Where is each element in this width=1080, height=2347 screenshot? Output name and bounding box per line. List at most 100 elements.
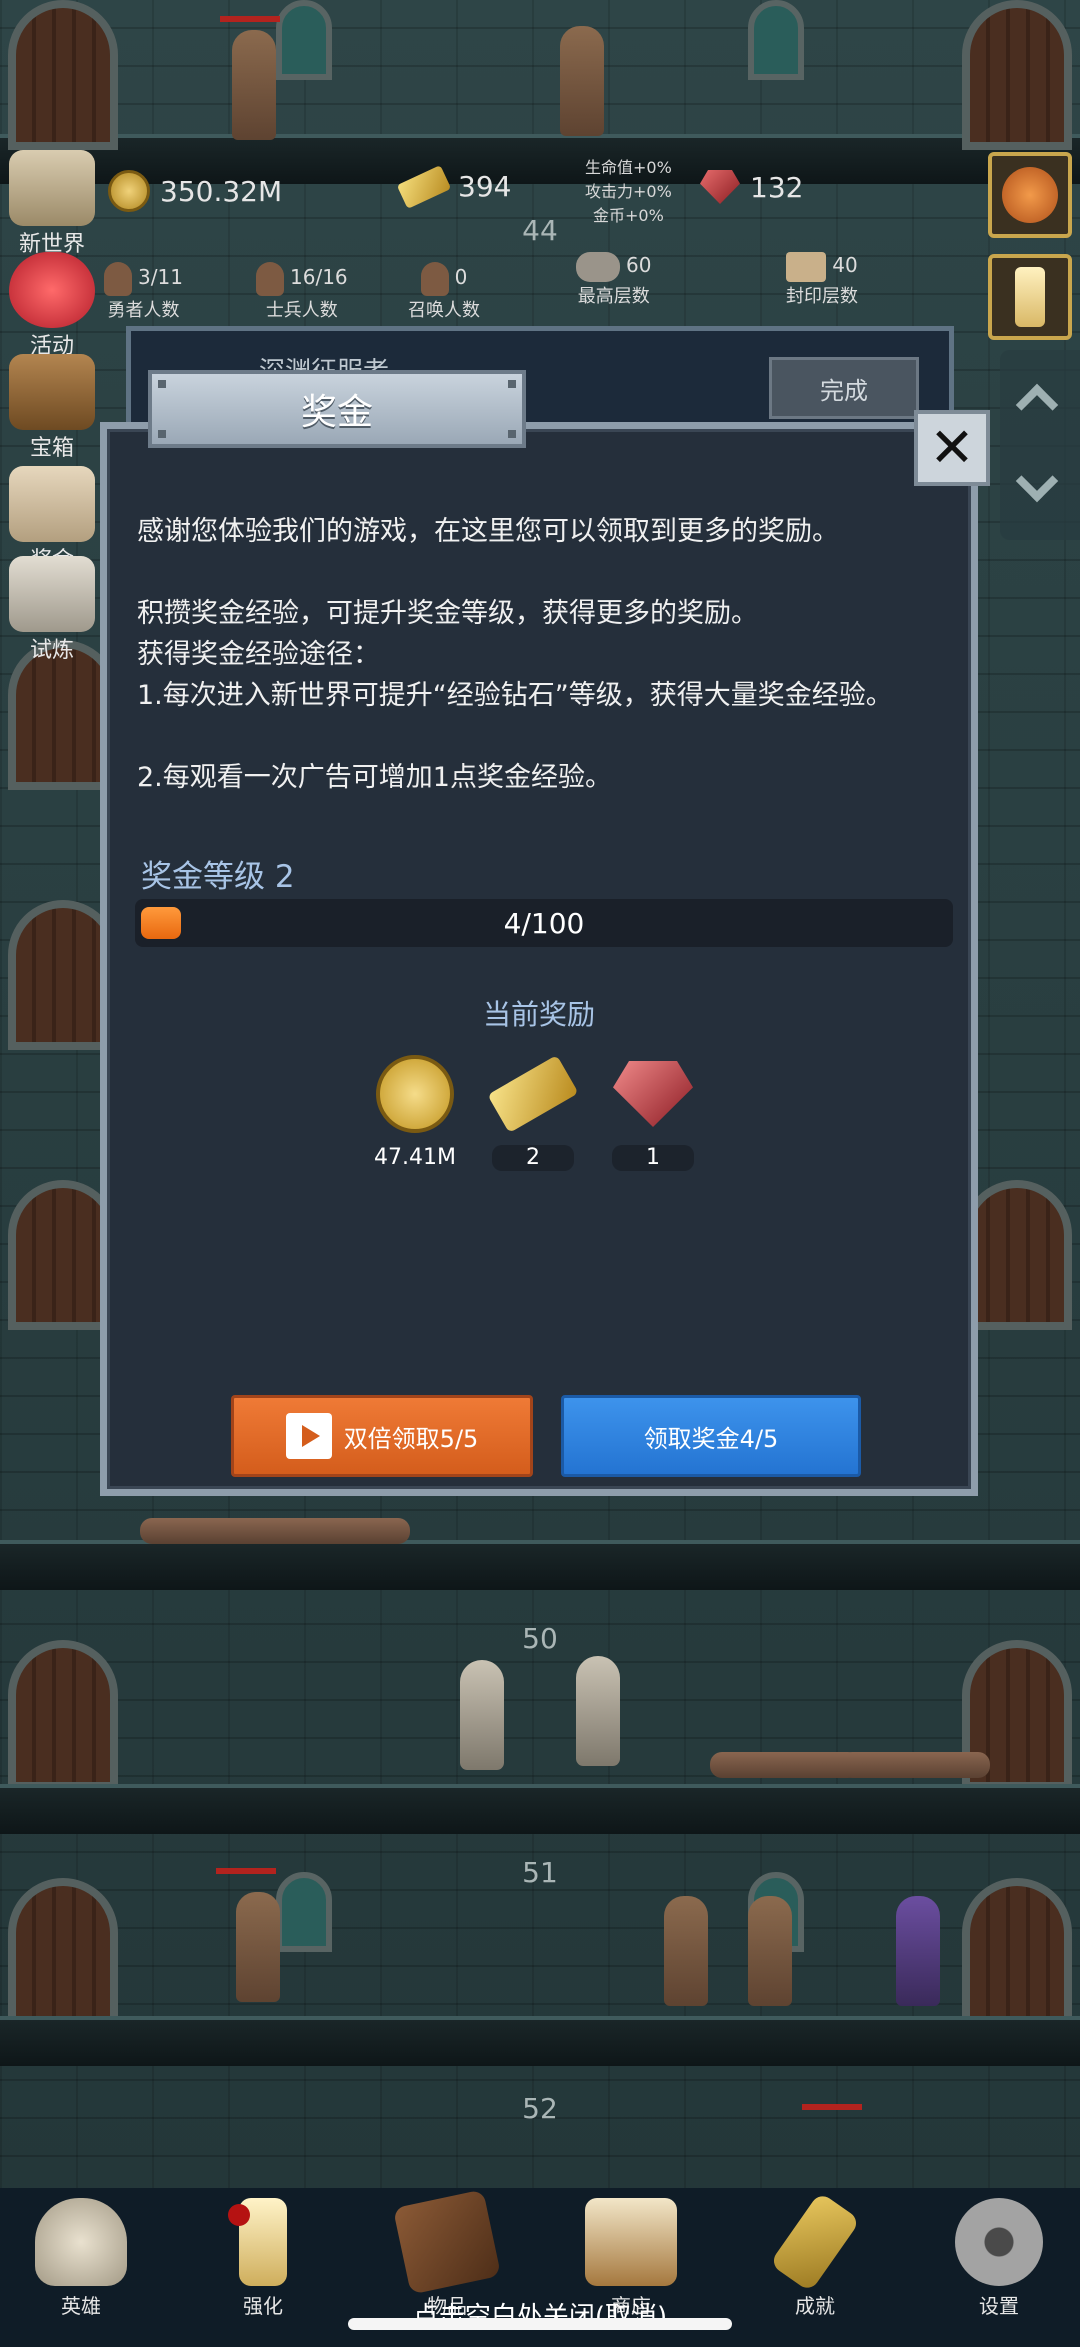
gold-coin-icon [108, 170, 150, 212]
zombie-enemy [236, 1892, 280, 2002]
scroll-down-icon[interactable] [1015, 459, 1059, 503]
close-button[interactable]: ✕ [914, 410, 990, 486]
soldier-face-icon [256, 262, 284, 296]
double-claim-label: 双倍领取5/5 [343, 1424, 479, 1453]
floor-scroll-control [1000, 350, 1080, 540]
double-claim-button[interactable]: 双倍领取5/5 [231, 1395, 533, 1477]
progress-text: 4/100 [503, 906, 585, 940]
rivet [508, 430, 516, 438]
gold-bar-icon [396, 164, 452, 209]
hero-face-icon [104, 262, 132, 296]
ghost-enemy [460, 1660, 504, 1770]
notification-dot [228, 2204, 250, 2226]
scroll-up-icon[interactable] [1015, 383, 1059, 427]
bonus-exp-progress: 4/100 [135, 899, 953, 947]
reward-gold: 47.41M [360, 1049, 470, 1171]
side-item-trial[interactable]: 试炼 [4, 556, 100, 664]
hero-count: 3/11 勇者人数 [104, 262, 183, 322]
rivet [158, 380, 166, 388]
hero-count-label: 勇者人数 [107, 300, 180, 321]
door [8, 1640, 118, 1790]
side-item-label: 宝箱 [29, 436, 74, 461]
book-icon [392, 2189, 502, 2295]
skull-icon [35, 2198, 127, 2286]
sealed-floor-label: 封印层数 [786, 286, 858, 307]
reward-qty: 2 [492, 1145, 574, 1171]
gold-counter: 350.32M [108, 170, 282, 212]
reward-ruby: 1 [598, 1049, 708, 1171]
dialog-title-text: 奖金 [300, 392, 373, 433]
close-icon: ✕ [929, 416, 975, 479]
enemy-hp-bar [220, 16, 280, 22]
candle-item[interactable] [988, 254, 1072, 340]
reward-gold-bar: 2 [478, 1049, 588, 1171]
quest-done-button[interactable]: 完成 [769, 357, 919, 419]
door [962, 0, 1072, 150]
quill-icon [9, 556, 95, 632]
summon-count-label: 召唤人数 [408, 300, 480, 321]
gold-bar-icon [487, 1054, 579, 1134]
side-item-event[interactable]: 活动 [4, 252, 100, 360]
highest-floor-label: 最高层数 [577, 286, 650, 307]
modifier-hp: 生命值+0% [585, 158, 672, 177]
floor-number: 44 [522, 214, 558, 247]
exp-way-1: 1.每次进入新世界可提升“经验钻石”等级，获得大量奖金经验。 [137, 680, 893, 711]
rivet [158, 430, 166, 438]
side-item-new-world[interactable]: 新世界 [4, 150, 100, 258]
defeated-enemy [260, 1518, 410, 1544]
side-item-label: 试炼 [29, 638, 74, 663]
bonus-dialog: 感谢您体验我们的游戏，在这里您可以领取到更多的奖励。 积攒奖金经验，可提升奖金等… [100, 422, 978, 1496]
highest-floor: 60 最高层数 [576, 252, 652, 307]
window [276, 0, 332, 80]
defeated-enemy [840, 1752, 990, 1778]
video-ad-icon [285, 1413, 332, 1459]
enemy-hp-bar [802, 2104, 862, 2110]
hero-unit [748, 1896, 792, 2006]
door [8, 1878, 118, 2028]
sealed-floor: 40 封印层数 [786, 252, 858, 307]
floor-ledge [0, 2016, 1080, 2066]
exp-ways-title: 获得奖金经验途径： [137, 639, 380, 670]
hero-unit [664, 1896, 708, 2006]
mug-icon [585, 2198, 677, 2286]
reward-qty: 1 [612, 1145, 694, 1171]
door [962, 1180, 1072, 1330]
pumpkin-item[interactable] [988, 152, 1072, 238]
ruby-icon [613, 1061, 693, 1127]
summon-count: 0 召唤人数 [408, 262, 480, 322]
soldier-count-label: 士兵人数 [265, 300, 338, 321]
gem-amount: 132 [750, 170, 804, 204]
gold-bar-amount: 394 [458, 170, 512, 203]
reward-qty: 47.41M [374, 1145, 456, 1170]
scroll-icon [786, 252, 827, 282]
witch-hero [896, 1896, 940, 2006]
envelope-icon [9, 466, 95, 542]
dialog-title: 奖金 [148, 370, 526, 448]
hero-unit [560, 26, 604, 136]
heart-icon [9, 252, 95, 328]
floor-ledge [0, 1540, 1080, 1590]
bonus-exp-text: 积攒奖金经验，可提升奖金等级，获得更多的奖励。 [137, 598, 758, 629]
ghost-enemy [576, 1656, 620, 1766]
key-icon [769, 2191, 861, 2293]
gear-icon [955, 2198, 1043, 2286]
gold-amount: 350.32M [160, 174, 283, 208]
gold-coin-icon [376, 1055, 454, 1133]
defeated-enemy [710, 1752, 860, 1778]
stone-icon [576, 252, 620, 282]
ruby-icon [700, 170, 740, 204]
soldier-count: 16/16 士兵人数 [256, 262, 348, 322]
pumpkin-icon [1002, 167, 1058, 223]
window [748, 0, 804, 80]
side-item-chest[interactable]: 宝箱 [4, 354, 100, 462]
gem-counter: 132 [700, 170, 803, 204]
floor-ledge [0, 1784, 1080, 1834]
current-reward-title: 当前奖励 [482, 998, 595, 1031]
home-indicator[interactable] [348, 2318, 732, 2330]
floor-number: 52 [522, 2092, 558, 2125]
floor-number: 51 [522, 1856, 558, 1889]
bonus-level-label: 奖金等级 2 [141, 859, 295, 895]
claim-bonus-button[interactable]: 领取奖金4/5 [561, 1395, 861, 1477]
map-icon [9, 150, 95, 226]
intro-text: 感谢您体验我们的游戏，在这里您可以领取到更多的奖励。 [137, 516, 839, 547]
